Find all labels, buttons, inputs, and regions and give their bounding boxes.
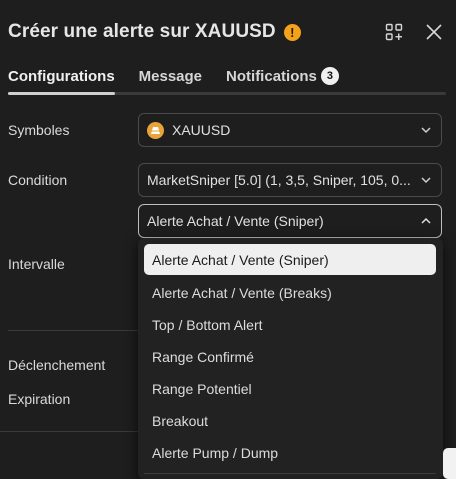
dropdown-option[interactable]: Alerte Achat / Vente (Sniper) [144, 244, 436, 275]
add-widget-icon[interactable] [384, 22, 404, 42]
condition-label: Condition [8, 172, 68, 188]
dropdown-option[interactable]: Top / Bottom Alert [144, 309, 436, 340]
tab-label: Configurations [8, 67, 115, 85]
condition-sub-select[interactable]: Alerte Achat / Vente (Sniper) [138, 204, 442, 238]
symbol-label: Symboles [8, 122, 70, 138]
header-actions [384, 22, 444, 42]
dropdown-option[interactable]: Range Potentiel [144, 373, 436, 404]
condition-sub-value: Alerte Achat / Vente (Sniper) [147, 213, 324, 229]
trigger-label: Déclenchement [8, 357, 106, 373]
tab-message[interactable]: Message [139, 66, 202, 86]
submit-button-partial[interactable] [443, 448, 456, 479]
notifications-count-badge: 3 [320, 67, 339, 85]
tab-configurations[interactable]: Configurations [8, 66, 115, 86]
dialog-header: Créer une alerte sur XAUUSD ! [8, 16, 444, 48]
condition-options-dropdown: Alerte Achat / Vente (Sniper) Alerte Ach… [138, 238, 443, 479]
dropdown-option[interactable]: Breakout [144, 405, 436, 436]
symbol-value: XAUUSD [172, 122, 231, 138]
tab-bar: Configurations Message Notifications 3 [8, 66, 339, 86]
condition-select[interactable]: MarketSniper [5.0] (1, 3,5, Sniper, 105,… [138, 163, 442, 197]
tab-label: Message [138, 67, 203, 85]
section-divider [8, 330, 138, 331]
chevron-down-icon [421, 177, 431, 184]
close-icon[interactable] [424, 22, 444, 42]
interval-label: Intervalle [8, 256, 65, 272]
dropdown-option[interactable]: Alerte Pump / Dump [144, 437, 436, 468]
footer-divider [0, 431, 140, 432]
symbol-select[interactable]: XAUUSD [138, 113, 442, 147]
chevron-down-icon [421, 127, 431, 134]
expiration-label: Expiration [8, 391, 71, 407]
warning-icon[interactable]: ! [283, 23, 301, 41]
gold-symbol-icon [147, 121, 164, 139]
tab-notifications[interactable]: Notifications 3 [226, 66, 339, 86]
dropdown-option[interactable]: Alerte Achat / Vente (Breaks) [144, 277, 436, 308]
dropdown-option[interactable]: Range Confirmé [144, 341, 436, 372]
active-tab-indicator [8, 92, 115, 95]
condition-value: MarketSniper [5.0] (1, 3,5, Sniper, 105,… [147, 172, 411, 188]
tab-label: Notifications [226, 67, 317, 85]
dropdown-separator [144, 473, 436, 474]
dialog-title: Créer une alerte sur XAUUSD [8, 21, 276, 42]
chevron-up-icon [421, 217, 431, 224]
